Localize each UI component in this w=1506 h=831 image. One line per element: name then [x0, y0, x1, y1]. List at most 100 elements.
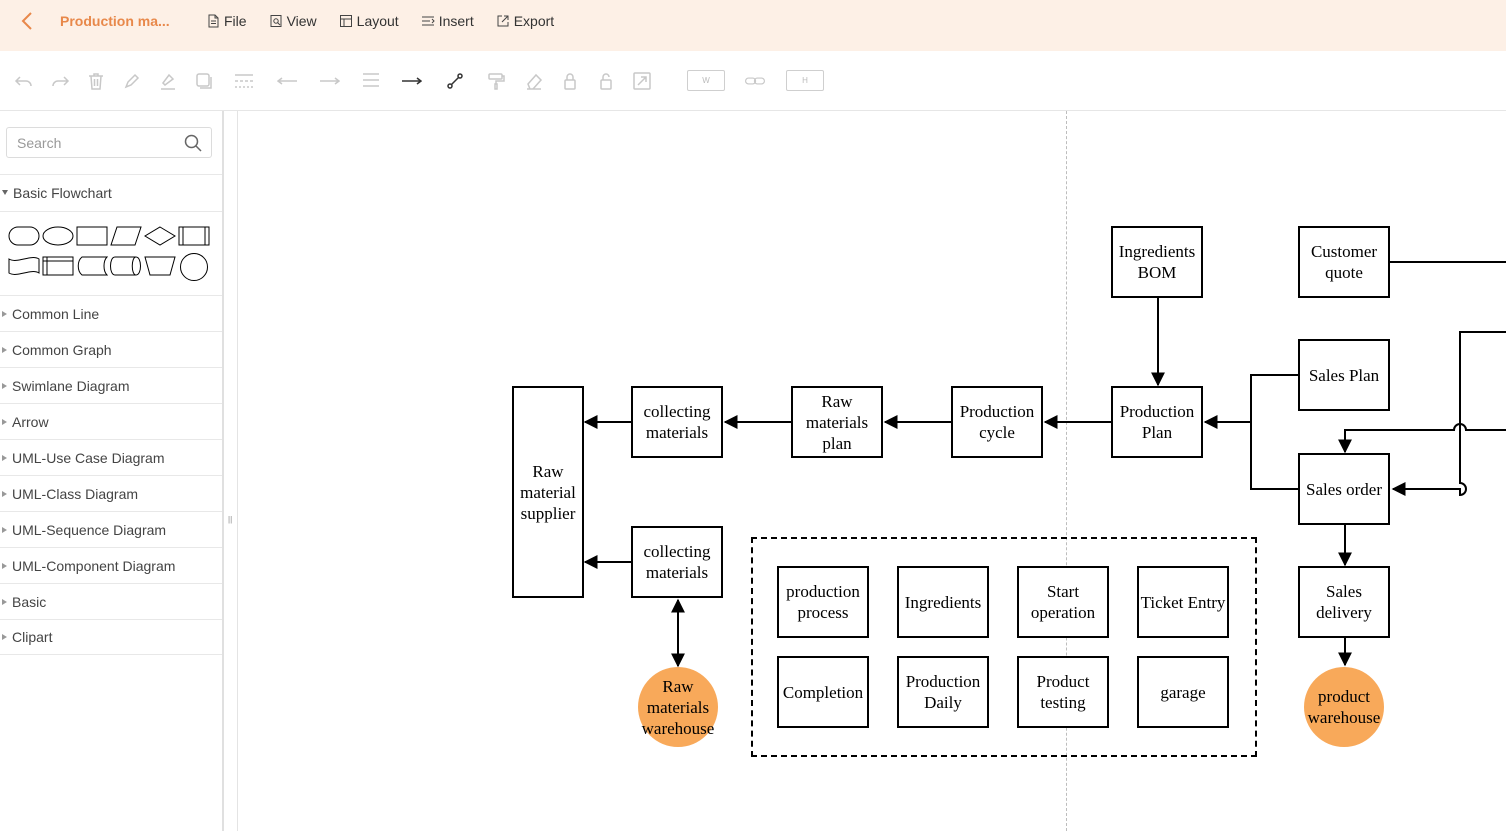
section-basic[interactable]: Basic: [0, 583, 222, 619]
section-arrow[interactable]: Arrow: [0, 403, 222, 439]
predefined-process-shape[interactable]: [178, 226, 210, 246]
insert-icon: [421, 16, 435, 26]
search-input[interactable]: [7, 128, 177, 157]
node-sales-delivery[interactable]: Sales delivery: [1298, 566, 1390, 638]
section-swimlane-diagram[interactable]: Swimlane Diagram: [0, 367, 222, 403]
section-label: UML-Component Diagram: [12, 557, 176, 574]
node-production-daily[interactable]: Production Daily: [897, 656, 989, 728]
caret-down-icon: [2, 190, 8, 195]
flowchart-shape-grid: [0, 211, 222, 296]
back-arrow-icon[interactable]: [18, 10, 38, 32]
node-collecting-materials-2[interactable]: collecting materials: [631, 526, 723, 598]
unlock-icon[interactable]: [594, 69, 618, 93]
node-completion[interactable]: Completion: [777, 656, 869, 728]
direct-access-storage-shape[interactable]: [110, 256, 142, 276]
node-raw-material-supplier[interactable]: Raw material supplier: [512, 386, 584, 598]
diagram-canvas[interactable]: Raw material supplier collecting materia…: [238, 111, 1506, 831]
internal-storage-shape[interactable]: [42, 256, 74, 276]
caret-right-icon: [2, 598, 7, 605]
caret-right-icon: [2, 382, 7, 389]
fit-icon[interactable]: [630, 69, 654, 93]
node-sales-order[interactable]: Sales order: [1298, 453, 1390, 525]
undo-icon[interactable]: [12, 69, 36, 93]
menu-layout-label: Layout: [356, 13, 399, 29]
process-shape[interactable]: [76, 226, 108, 246]
line-color-icon[interactable]: [156, 69, 180, 93]
menu-export[interactable]: Export: [496, 13, 554, 29]
fill-color-icon[interactable]: [120, 69, 144, 93]
node-production-process[interactable]: production process: [777, 566, 869, 638]
shadow-icon[interactable]: [192, 69, 216, 93]
height-input[interactable]: H: [786, 70, 824, 91]
delete-icon[interactable]: [84, 69, 108, 93]
menu-export-label: Export: [513, 13, 555, 29]
section-label: UML-Class Diagram: [12, 485, 139, 502]
menu-file[interactable]: File: [206, 13, 247, 29]
node-raw-materials-warehouse[interactable]: Raw materials warehouse: [638, 667, 718, 747]
stored-data-shape[interactable]: [76, 256, 108, 276]
layout-icon: [339, 15, 352, 27]
connector-elbow-icon[interactable]: [443, 69, 467, 93]
document-title[interactable]: Production ma...: [60, 13, 170, 29]
node-garage[interactable]: garage: [1137, 656, 1229, 728]
line-style-icon[interactable]: [232, 69, 256, 93]
lock-icon[interactable]: [558, 69, 582, 93]
data-shape[interactable]: [110, 226, 142, 246]
shape-library-sidebar: Basic Flowchart Common Line Common Graph…: [0, 111, 222, 831]
link-dimensions-icon[interactable]: [738, 69, 772, 93]
search-icon[interactable]: [184, 134, 202, 152]
sidebar-resize-handle[interactable]: ||: [224, 111, 238, 831]
node-start-operation[interactable]: Start operation: [1017, 566, 1109, 638]
export-icon: [497, 15, 509, 27]
format-painter-icon[interactable]: [484, 69, 508, 93]
width-input[interactable]: W: [687, 70, 725, 91]
arrow-start-icon[interactable]: [275, 69, 299, 93]
arrow-end-icon[interactable]: [318, 69, 342, 93]
menu-layout[interactable]: Layout: [339, 13, 399, 29]
caret-right-icon: [2, 310, 7, 317]
section-label: UML-Sequence Diagram: [12, 521, 167, 538]
decision-shape[interactable]: [144, 226, 176, 246]
menu-view[interactable]: View: [269, 13, 317, 29]
search-box[interactable]: [6, 127, 212, 158]
section-uml-sequence[interactable]: UML-Sequence Diagram: [0, 511, 222, 547]
section-label: Clipart: [12, 629, 53, 645]
section-uml-class[interactable]: UML-Class Diagram: [0, 475, 222, 511]
height-label: H: [802, 76, 808, 85]
node-collecting-materials-1[interactable]: collecting materials: [631, 386, 723, 458]
connector-circle-shape[interactable]: [179, 252, 209, 282]
section-clipart[interactable]: Clipart: [0, 619, 222, 655]
node-product-testing[interactable]: Product testing: [1017, 656, 1109, 728]
redo-icon[interactable]: [48, 69, 72, 93]
edge-salesplan-to-plan: [1203, 374, 1299, 429]
node-production-plan[interactable]: Production Plan: [1111, 386, 1203, 458]
edge-salesorder-to-plan: [1250, 422, 1299, 490]
node-ingredients-bom[interactable]: Ingredients BOM: [1111, 226, 1203, 298]
node-ticket-entry[interactable]: Ticket Entry: [1137, 566, 1229, 638]
node-product-warehouse[interactable]: product warehouse: [1304, 667, 1384, 747]
node-raw-materials-plan[interactable]: Raw materials plan: [791, 386, 883, 458]
section-label: Arrow: [12, 413, 49, 430]
section-basic-flowchart[interactable]: Basic Flowchart: [0, 174, 222, 210]
section-uml-component[interactable]: UML-Component Diagram: [0, 547, 222, 583]
section-label: Basic Flowchart: [13, 184, 112, 201]
node-production-cycle[interactable]: Production cycle: [951, 386, 1043, 458]
node-ingredients[interactable]: Ingredients: [897, 566, 989, 638]
menu-insert[interactable]: Insert: [421, 13, 474, 29]
tape-shape[interactable]: [8, 256, 40, 276]
line-weight-icon[interactable]: [359, 69, 383, 93]
manual-operation-shape[interactable]: [144, 256, 176, 276]
connector-straight-icon[interactable]: [400, 69, 424, 93]
section-common-line[interactable]: Common Line: [0, 295, 222, 331]
ellipse-shape[interactable]: [42, 226, 74, 246]
caret-right-icon: [2, 346, 7, 353]
node-sales-plan[interactable]: Sales Plan: [1298, 339, 1390, 411]
section-common-graph[interactable]: Common Graph: [0, 331, 222, 367]
section-uml-use-case[interactable]: UML-Use Case Diagram: [0, 439, 222, 475]
section-label: Basic: [12, 593, 47, 610]
node-customer-quote[interactable]: Customer quote: [1298, 226, 1390, 298]
terminator-shape[interactable]: [8, 226, 40, 246]
edge-external-to-salesorder-top: [1338, 423, 1506, 454]
clear-format-icon[interactable]: [522, 69, 546, 93]
caret-right-icon: [2, 418, 7, 425]
